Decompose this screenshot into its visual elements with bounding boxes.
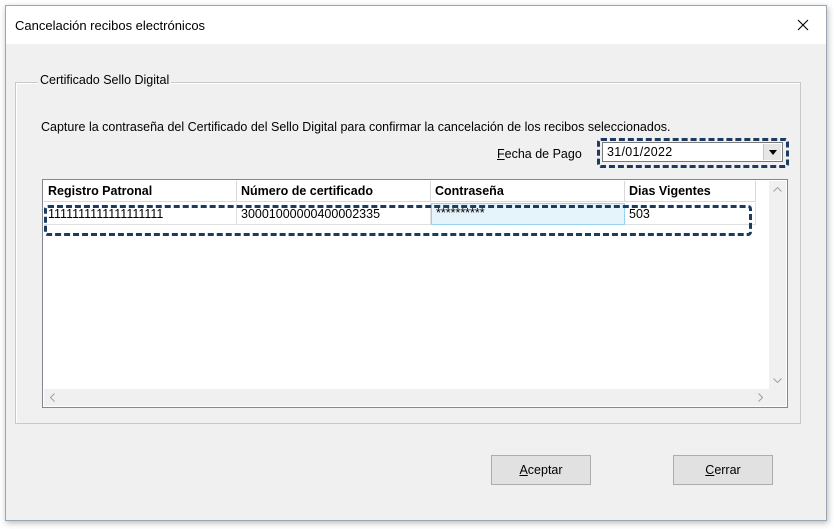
scrollbar-corner [769,389,786,406]
date-dropdown-button[interactable] [763,144,781,160]
scroll-down-button[interactable] [769,372,786,389]
fecha-label-rest: echa de Pago [504,147,582,161]
column-header-registro-patronal[interactable]: Registro Patronal [44,181,237,202]
close-window-button[interactable] [780,6,826,44]
scroll-up-button[interactable] [769,181,786,198]
cell-numero-certificado[interactable]: 30001000000400002335 [237,203,431,225]
column-header-contrasena[interactable]: Contraseña [431,181,625,202]
column-header-numero-certificado[interactable]: Número de certificado [237,181,431,202]
fecha-de-pago-label: Fecha de Pago [497,147,582,161]
aceptar-label-rest: ceptar [527,463,563,477]
password-input[interactable]: ********** [431,203,625,225]
aceptar-mnemonic: A [519,463,528,477]
chevron-right-icon [758,393,763,402]
fecha-de-pago-picker[interactable]: 31/01/2022 [602,142,783,162]
close-icon [797,19,809,31]
cell-dias-vigentes[interactable]: 503 [625,203,756,225]
certificates-grid: Registro Patronal Número de certificado … [42,179,788,408]
fecha-label-mnemonic: F [497,147,505,161]
aceptar-button[interactable]: Aceptar [491,455,591,485]
cerrar-label-rest: errar [714,463,741,477]
column-header-dias-vigentes[interactable]: Dias Vigentes [625,181,756,202]
title-bar: Cancelación recibos electrónicos [6,6,826,44]
groupbox-legend: Certificado Sello Digital [38,73,172,87]
vertical-scrollbar[interactable] [769,181,786,389]
cerrar-button[interactable]: Cerrar [673,455,773,485]
chevron-left-icon [50,393,55,402]
cerrar-mnemonic: C [705,463,715,477]
chevron-down-icon [773,378,782,383]
fecha-de-pago-value: 31/01/2022 [607,145,673,159]
scroll-left-button[interactable] [44,389,61,406]
grid-header: Registro Patronal Número de certificado … [44,181,770,202]
table-row[interactable]: 1111111111111111111 30001000000400002335… [44,203,770,225]
cell-registro-patronal[interactable]: 1111111111111111111 [44,203,237,225]
chevron-down-icon [768,149,777,155]
instructions-text: Capture la contraseña del Certificado de… [41,120,671,134]
window-title: Cancelación recibos electrónicos [15,18,206,33]
scroll-right-button[interactable] [752,389,769,406]
chevron-up-icon [773,187,782,192]
horizontal-scrollbar[interactable] [44,389,769,406]
